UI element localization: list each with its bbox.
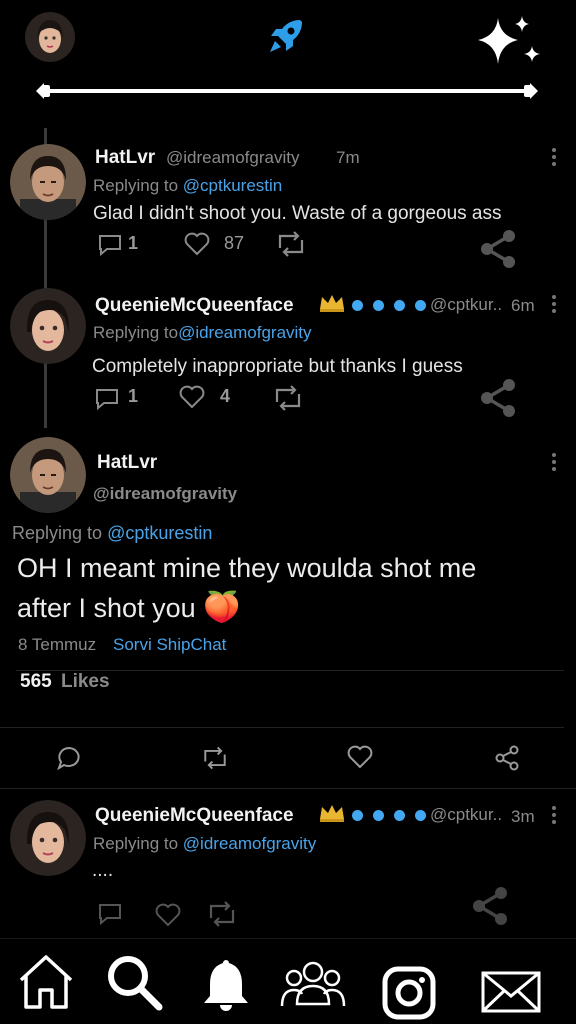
- reply-prefix: Replying to: [93, 323, 179, 342]
- header-bar-divider: [36, 82, 538, 100]
- verified-dots: [352, 298, 436, 316]
- tweet-time: 6m: [511, 296, 535, 315]
- avatar[interactable]: [10, 437, 86, 513]
- reply-icon[interactable]: [56, 745, 82, 771]
- bottom-nav: [0, 940, 576, 1024]
- search-icon[interactable]: [104, 952, 164, 1012]
- home-icon[interactable]: [16, 952, 76, 1012]
- bottom-nav-divider: [0, 938, 576, 939]
- focused-author-name[interactable]: HatLvr: [97, 452, 157, 474]
- tweet-author-name[interactable]: QueenieMcQueenface: [95, 805, 294, 827]
- avatar[interactable]: [10, 288, 86, 364]
- rocket-icon[interactable]: [266, 16, 306, 56]
- more-options-icon[interactable]: [552, 453, 556, 474]
- crown-icon: [318, 803, 346, 823]
- bell-icon[interactable]: [198, 956, 254, 1012]
- reply-context: Replying to @cptkurestin: [12, 523, 212, 544]
- people-icon[interactable]: [280, 954, 346, 1014]
- reply-icon[interactable]: [97, 233, 123, 257]
- peach-emoji: 🍑: [203, 591, 241, 624]
- heart-icon[interactable]: [178, 384, 206, 410]
- share-icon[interactable]: [478, 377, 518, 419]
- sparkles-icon[interactable]: [474, 12, 544, 70]
- like-total: 565: [20, 671, 52, 692]
- verified-dots: [352, 808, 436, 826]
- likes-label: Likes: [60, 671, 110, 692]
- reply-prefix: Replying to: [93, 834, 179, 853]
- divider: [0, 788, 576, 789]
- more-options-icon[interactable]: [552, 295, 556, 316]
- reply-context: Replying to @idreamofgravity: [93, 834, 316, 854]
- divider: [0, 727, 564, 728]
- like-count: 4: [220, 386, 231, 406]
- tweet-author-name[interactable]: HatLvr: [95, 147, 155, 169]
- like-summary[interactable]: 565 Likes: [20, 671, 110, 693]
- mail-icon[interactable]: [480, 970, 542, 1014]
- reply-context: Replying to @cptkurestin: [93, 176, 282, 196]
- reply-prefix: Replying to: [12, 523, 103, 543]
- retweet-icon[interactable]: [205, 900, 239, 928]
- reply-count: 1: [128, 386, 139, 406]
- share-icon[interactable]: [478, 228, 518, 270]
- reply-to-link[interactable]: @cptkurestin: [107, 523, 212, 543]
- tweet-author-handle[interactable]: @cptkur..: [430, 805, 502, 825]
- tweet-text: ....: [92, 860, 114, 881]
- tweet-time: 7m: [336, 148, 360, 167]
- reply-icon[interactable]: [97, 902, 123, 926]
- reply-to-link[interactable]: @idreamofgravity: [178, 323, 311, 342]
- tweet-text: Completely inappropriate but thanks I gu…: [92, 356, 463, 377]
- like-count: 87: [224, 233, 245, 253]
- share-icon[interactable]: [470, 885, 510, 927]
- reply-to-link[interactable]: @idreamofgravity: [183, 834, 316, 853]
- reply-to-link[interactable]: @cptkurestin: [183, 176, 282, 195]
- crown-icon: [318, 293, 346, 313]
- heart-icon[interactable]: [183, 231, 211, 257]
- reply-count: 1: [128, 233, 139, 253]
- share-icon[interactable]: [494, 745, 520, 771]
- reply-context: Replying to@idreamofgravity: [93, 323, 312, 343]
- avatar[interactable]: [10, 144, 86, 220]
- more-options-icon[interactable]: [552, 148, 556, 169]
- retweet-icon[interactable]: [200, 744, 230, 772]
- tweet-author-name[interactable]: QueenieMcQueenface: [95, 295, 294, 317]
- tweet-date: 8 Temmuz: [18, 635, 97, 654]
- instagram-icon[interactable]: [382, 966, 436, 1020]
- tweet-author-handle[interactable]: @cptkur..: [430, 295, 502, 315]
- focused-author-handle[interactable]: @idreamofgravity: [93, 484, 237, 504]
- retweet-icon[interactable]: [274, 230, 308, 258]
- avatar[interactable]: [10, 800, 86, 876]
- heart-icon[interactable]: [346, 744, 374, 770]
- heart-icon[interactable]: [154, 902, 182, 928]
- focused-tweet-text: OH I meant mine they woulda shot me afte…: [17, 548, 517, 628]
- tweet-text: Glad I didn't shoot you. Waste of a gorg…: [93, 203, 502, 224]
- reply-icon[interactable]: [94, 387, 120, 411]
- profile-avatar[interactable]: [25, 12, 75, 62]
- tweet-time: 3m: [511, 807, 535, 826]
- more-options-icon[interactable]: [552, 806, 556, 827]
- focused-text: OH I meant mine they woulda shot me afte…: [17, 553, 477, 623]
- retweet-icon[interactable]: [271, 384, 305, 412]
- tweet-source[interactable]: Sorvi ShipChat: [113, 635, 226, 655]
- tweet-author-handle[interactable]: @idreamofgravity: [166, 148, 299, 168]
- reply-prefix: Replying to: [93, 176, 179, 195]
